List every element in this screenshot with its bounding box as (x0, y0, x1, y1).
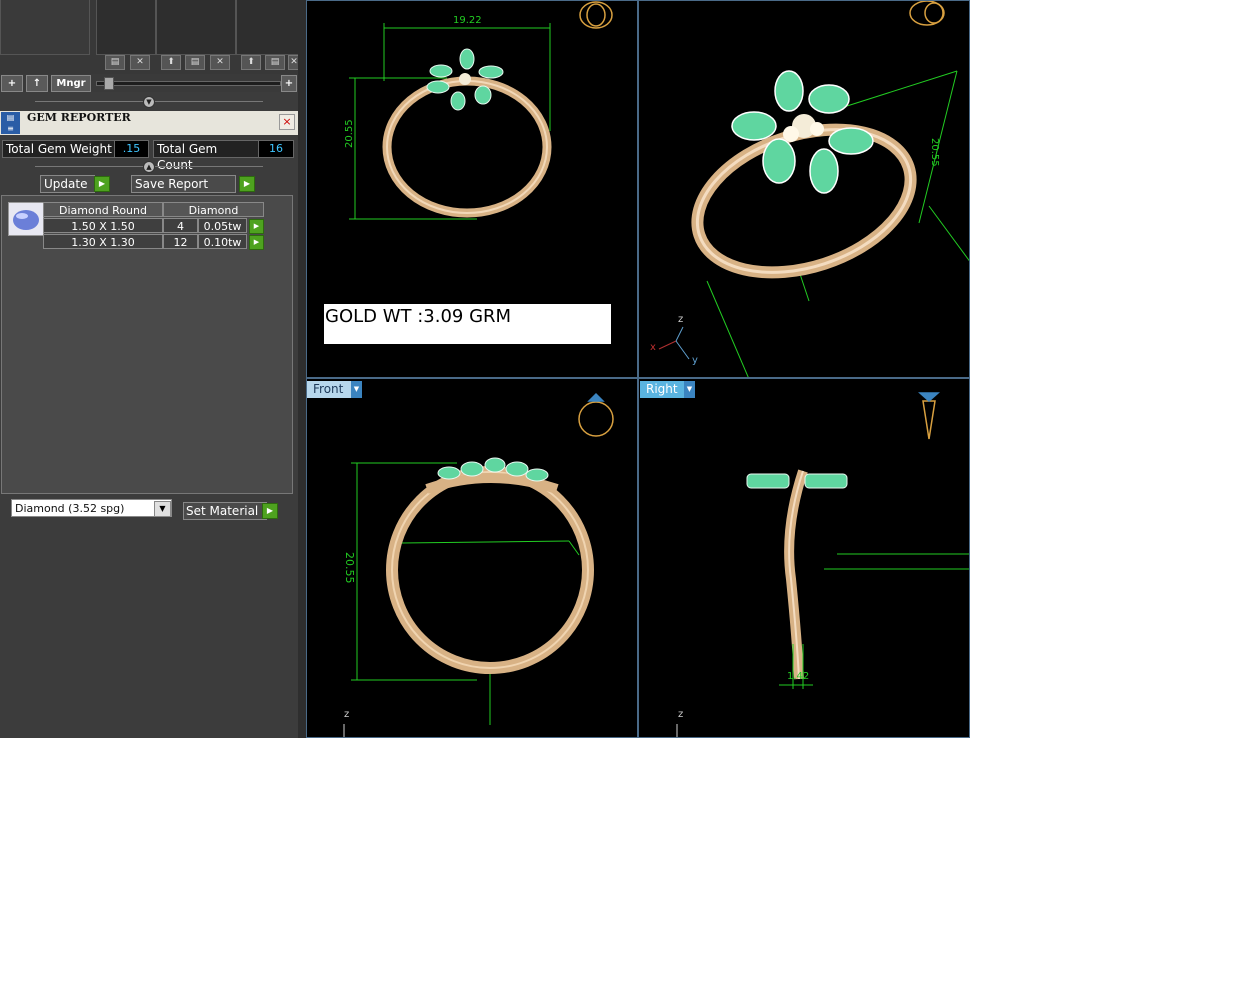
play-icon[interactable]: ▶ (239, 176, 255, 192)
total-gem-count-label: Total Gem Count (153, 140, 260, 172)
delete-icon[interactable]: ✕ (130, 55, 150, 70)
close-icon[interactable]: × (279, 114, 295, 130)
panel-separator[interactable] (298, 0, 306, 738)
thumbnail-slot[interactable] (156, 0, 236, 55)
width-dimension-label: 19.22 (453, 15, 482, 26)
gem-row-weight: 0.10tw (198, 234, 247, 249)
column-header-type: Diamond (163, 202, 264, 217)
diamond-thumbnail (8, 202, 44, 236)
left-panel: ▤ ✕ ⬆ ▤ ✕ ⬆ ▤ ✕ + ↑ Mngr + ▼ ▤ ≡ GEM REPO… (0, 0, 300, 738)
gem-row-size: 1.50 X 1.50 (43, 218, 163, 233)
collapse-icon[interactable]: ▼ (143, 96, 155, 108)
gem-row-count: 4 (163, 218, 198, 233)
app-window: ▤ ✕ ⬆ ▤ ✕ ⬆ ▤ ✕ + ↑ Mngr + ▼ ▤ ≡ GEM REPO… (0, 0, 970, 738)
thumbnail-slot[interactable] (236, 0, 300, 55)
total-gem-count-value: 16 (258, 140, 294, 158)
save-icon[interactable]: ▤ (265, 55, 285, 70)
material-select[interactable]: Diamond (3.52 spg) (11, 499, 172, 517)
upload-icon[interactable]: ⬆ (161, 55, 181, 70)
add-button[interactable]: + (1, 75, 23, 92)
axis-z-label: z (678, 709, 684, 720)
height-dimension-label: 20.55 (343, 552, 356, 584)
chevron-down-icon[interactable]: ▼ (154, 501, 171, 517)
axis-x-label: x (650, 342, 656, 353)
ring-front-view (343, 392, 614, 737)
play-icon[interactable]: ▶ (94, 176, 110, 192)
play-icon[interactable]: ▶ (249, 235, 264, 250)
upload-icon[interactable]: ⬆ (241, 55, 261, 70)
save-icon[interactable]: ▤ (185, 55, 205, 70)
play-icon[interactable]: ▶ (262, 503, 278, 519)
total-gem-weight-value: .15 (114, 140, 149, 158)
update-button[interactable]: Update (40, 175, 95, 193)
ring-side-view (676, 392, 969, 737)
report-icon: ▤ ≡ (1, 112, 20, 134)
zoom-in-button[interactable]: + (281, 75, 297, 92)
manager-button[interactable]: Mngr (51, 75, 91, 92)
set-material-button[interactable]: Set Material (183, 502, 267, 520)
collapse-icon[interactable]: ▲ (143, 161, 155, 173)
up-button[interactable]: ↑ (26, 75, 48, 92)
gold-weight-note: GOLD WT :3.09 GRM (324, 304, 611, 344)
gem-row-weight: 0.05tw (198, 218, 247, 233)
save-report-button[interactable]: Save Report (131, 175, 236, 193)
chevron-down-icon[interactable]: ▼ (684, 381, 695, 398)
axis-z-label: z (344, 709, 350, 720)
height-dimension-label: 20.55 (929, 138, 940, 167)
chevron-down-icon[interactable]: ▼ (351, 381, 362, 398)
column-header-shape: Diamond Round (43, 202, 163, 217)
thickness-dimension-label: 1.42 (787, 671, 810, 682)
thumbnail-slot[interactable] (0, 0, 90, 55)
library-toolbar: + ↑ Mngr + (0, 74, 298, 92)
viewport-right[interactable] (638, 378, 970, 738)
height-dimension-label: 20.55 (344, 119, 355, 148)
view-label-front[interactable]: Front (307, 381, 351, 398)
gem-row-count: 12 (163, 234, 198, 249)
axis-z-label: z (678, 314, 684, 325)
gem-row-size: 1.30 X 1.30 (43, 234, 163, 249)
zoom-slider[interactable] (96, 81, 281, 86)
total-gem-weight-label: Total Gem Weight (2, 140, 116, 158)
material-thumbnails: ▤ ✕ ⬆ ▤ ✕ ⬆ ▤ ✕ (0, 0, 300, 74)
axis-y-label: y (692, 355, 698, 366)
play-icon[interactable]: ▶ (249, 219, 264, 234)
save-icon[interactable]: ▤ (105, 55, 125, 70)
gem-reporter-title: GEM REPORTER (27, 111, 131, 124)
thumbnail-slot[interactable] (96, 0, 156, 55)
zoom-slider-handle[interactable] (104, 77, 114, 90)
delete-icon[interactable]: ✕ (210, 55, 230, 70)
ring-perspective-view (658, 1, 969, 377)
viewport-perspective[interactable] (638, 0, 970, 378)
view-label-right[interactable]: Right (640, 381, 684, 398)
